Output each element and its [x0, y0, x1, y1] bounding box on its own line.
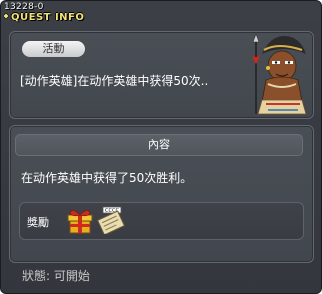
- gift-box-icon[interactable]: [66, 207, 94, 235]
- quest-info-window: 13228-0 QUEST INFO 活動 [动作英雄]在动作英雄中获得50次.…: [0, 0, 322, 294]
- quest-id-label: 13228-0: [4, 2, 44, 12]
- reward-box: 獎勵 CCCC: [19, 202, 304, 240]
- quest-content-panel: 內容 在动作英雄中获得了50次胜利。 獎勵 CCCC: [9, 125, 314, 263]
- quest-category-badge: 活動: [22, 41, 85, 57]
- quest-name: [动作英雄]在动作英雄中获得50次..: [20, 74, 209, 88]
- tribal-warrior-npc-icon: [252, 34, 307, 115]
- reward-label: 獎勵: [27, 216, 49, 229]
- title-diamond-icon: [3, 13, 9, 19]
- quest-status: 狀態: 可開始: [22, 269, 90, 283]
- quest-description: 在动作英雄中获得了50次胜利。: [21, 171, 193, 185]
- window-title: QUEST INFO: [11, 12, 85, 23]
- content-header: 內容: [15, 134, 303, 156]
- quest-summary-panel: 活動 [动作英雄]在动作英雄中获得50次..: [9, 31, 314, 119]
- exp-scroll-icon[interactable]: CCCC: [97, 206, 125, 234]
